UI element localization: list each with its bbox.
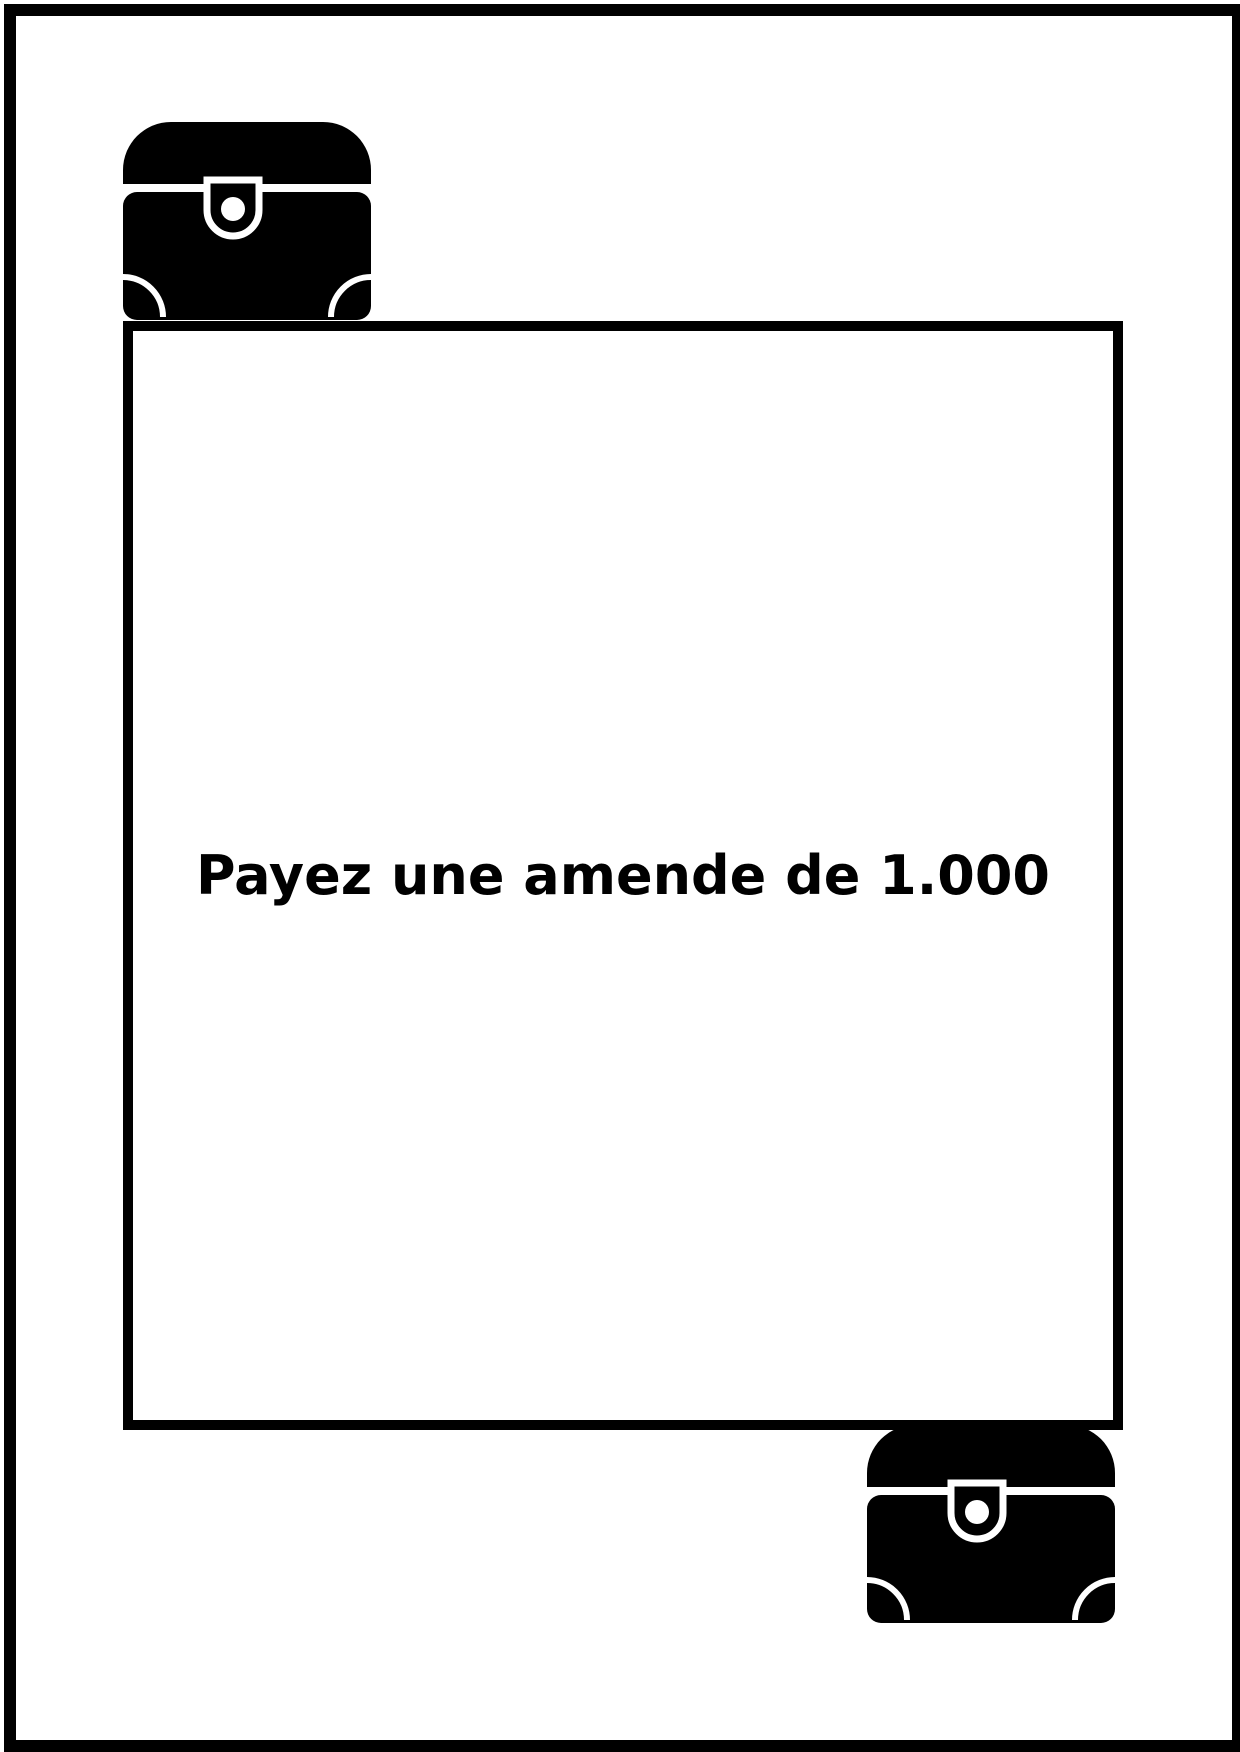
treasure-chest-icon xyxy=(867,1425,1115,1623)
card-text: Payez une amende de 1.000 xyxy=(195,844,1050,907)
treasure-chest-icon xyxy=(123,122,371,320)
card-frame: Payez une amende de 1.000 xyxy=(123,321,1123,1430)
